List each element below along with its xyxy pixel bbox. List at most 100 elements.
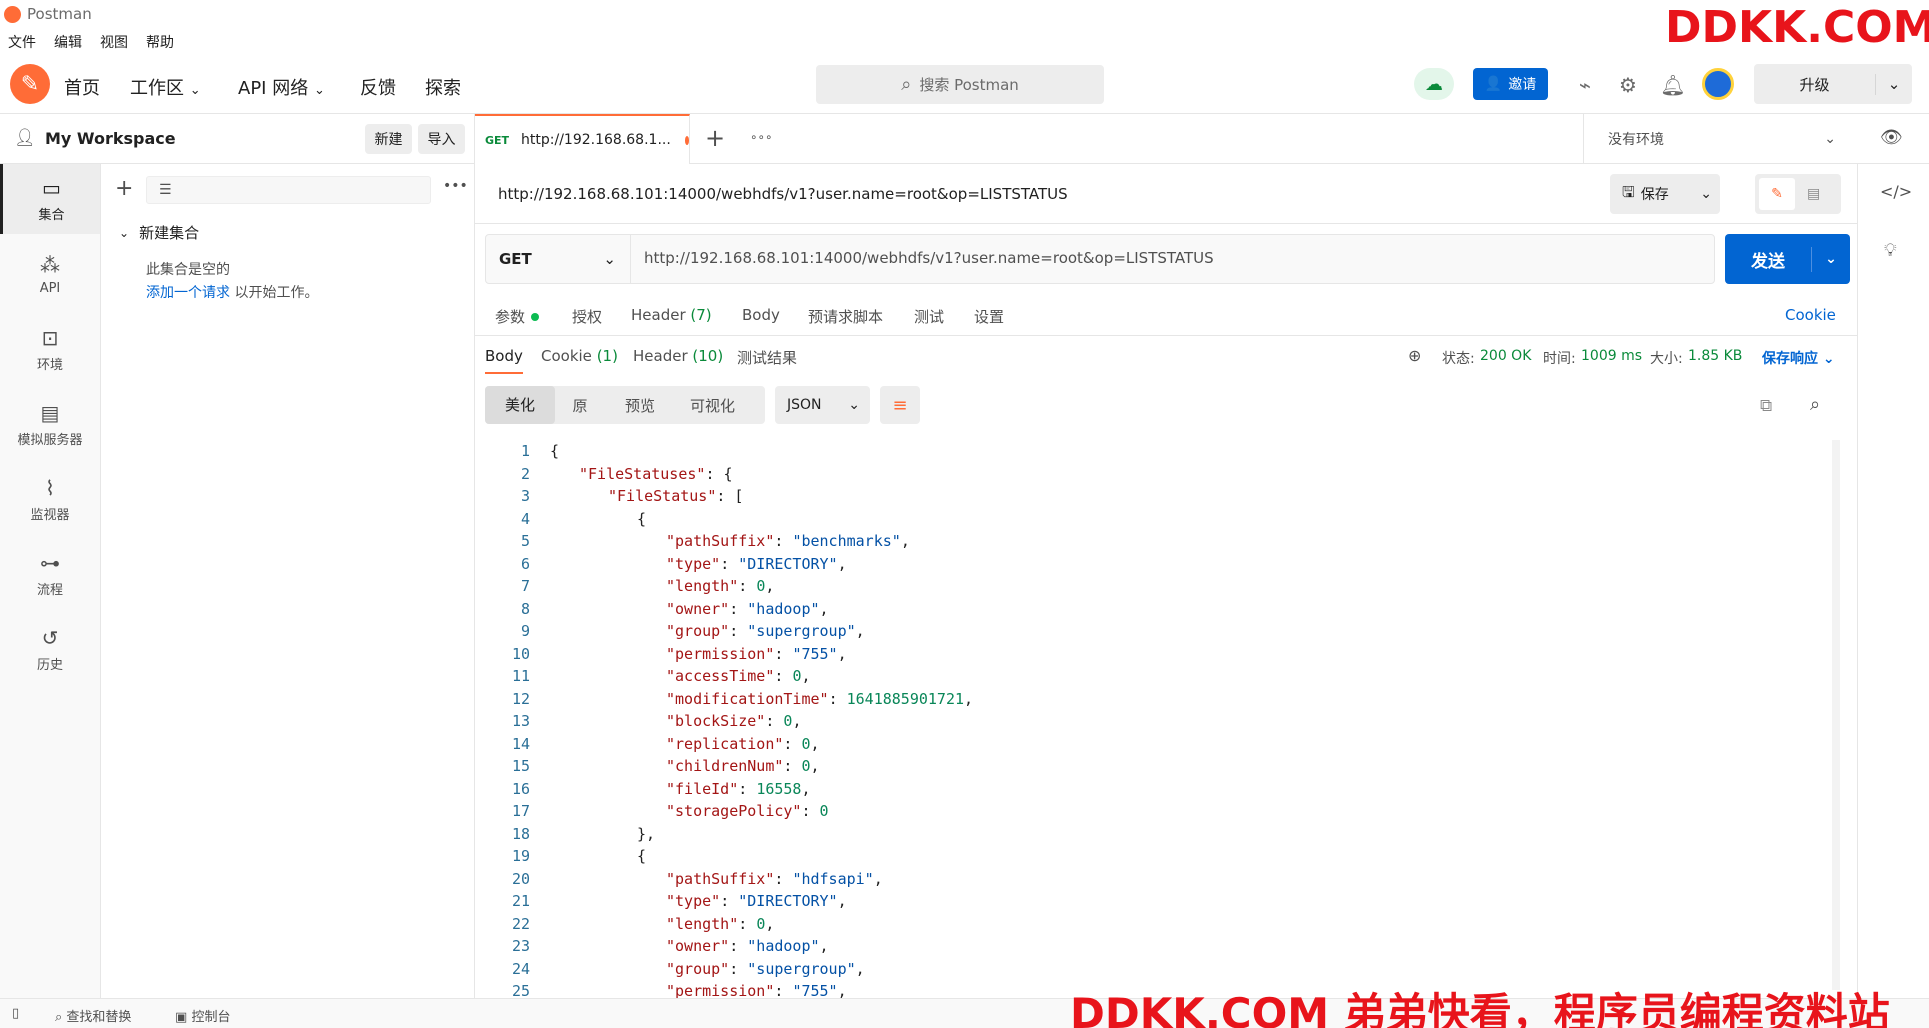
size-value[interactable]: 1.85 KB [1688, 348, 1742, 364]
tab-auth[interactable]: 授权 [572, 306, 602, 327]
format-preview[interactable]: 预览 [605, 395, 675, 416]
save-button[interactable]: 🖫 保存 ⌄ [1610, 174, 1720, 214]
upgrade-button[interactable]: 升级 ⌄ [1754, 64, 1912, 104]
sidebar-item-api[interactable]: ⁂ API [0, 239, 100, 309]
code-token: "length" [666, 577, 739, 595]
resp-tab-headers[interactable]: Header (10) [633, 347, 723, 365]
edit-icon[interactable]: ✎ [1759, 178, 1795, 210]
eye-icon[interactable]: 👁︎ [1880, 127, 1903, 148]
request-name[interactable]: http://192.168.68.101:14000/webhdfs/v1?u… [498, 185, 1068, 203]
mock-server-icon: ▤ [40, 400, 60, 425]
resp-tab-body[interactable]: Body [485, 347, 523, 374]
resp-tab-cookie-count: (1) [596, 347, 618, 365]
format-type-select[interactable]: JSON ⌄ [775, 386, 870, 424]
tab-tests[interactable]: 测试 [914, 306, 944, 327]
avatar[interactable] [1702, 68, 1734, 100]
nav-api-network[interactable]: API 网络 ⌄ [238, 74, 325, 100]
satellite-icon[interactable]: ⌁ [1572, 72, 1598, 98]
sidebar-toggle-icon[interactable]: ▯ [12, 1006, 19, 1021]
console[interactable]: ▣ 控制台 [175, 1006, 230, 1025]
menu-view[interactable]: 视图 [100, 32, 128, 52]
code-token: , [819, 937, 829, 955]
menu-file[interactable]: 文件 [8, 32, 36, 52]
cookie-link[interactable]: Cookie [1785, 306, 1836, 324]
empty-collection-text: 此集合是空的 [146, 262, 230, 278]
line-number: 7 [520, 577, 530, 595]
status-value[interactable]: 200 OK [1480, 348, 1531, 364]
code-token: "group" [666, 959, 730, 978]
invite-button[interactable]: 👤 邀请 [1473, 68, 1548, 100]
find-icon: ⌕ [55, 1010, 63, 1025]
nav-workspace[interactable]: 工作区 ⌄ [130, 74, 201, 100]
add-request-link[interactable]: 添加一个请求 [146, 285, 230, 301]
sidebar-item-history[interactable]: ↺ 历史 [0, 614, 100, 684]
code-icon[interactable]: </> [1880, 182, 1912, 201]
code-token: : { [705, 464, 733, 483]
code-token: , [837, 554, 847, 573]
sidebar-item-mock-servers[interactable]: ▤ 模拟服务器 [0, 389, 100, 459]
copy-icon[interactable]: ⧉ [1760, 396, 1772, 416]
nav-feedback[interactable]: 反馈 [360, 74, 396, 100]
menu-edit[interactable]: 编辑 [54, 32, 82, 52]
time-value[interactable]: 1009 ms [1581, 348, 1642, 364]
resp-tab-test-results[interactable]: 测试结果 [737, 347, 797, 368]
format-visualize[interactable]: 可视化 [675, 395, 750, 416]
new-button[interactable]: 新建 [365, 124, 412, 154]
send-button[interactable]: 发送 ⌄ [1725, 234, 1850, 284]
method-select[interactable]: GET ⌄ [486, 235, 631, 283]
user-icon: 👤︎ [14, 128, 36, 148]
postman-brand-icon[interactable]: ✎ [10, 64, 50, 104]
search-icon: ⌕ [901, 74, 912, 95]
format-raw[interactable]: 原 [555, 395, 605, 416]
tab-prescript[interactable]: 预请求脚本 [808, 306, 883, 327]
import-button[interactable]: 导入 [418, 124, 465, 154]
scrollbar[interactable] [1832, 440, 1840, 990]
tab-body[interactable]: Body [742, 306, 780, 324]
code-token: : [774, 869, 793, 888]
resp-tab-cookie[interactable]: Cookie (1) [541, 347, 618, 365]
search-box[interactable]: ⌕ 搜索 Postman [816, 65, 1104, 104]
sidebar-item-collections[interactable]: ▭ 集合 [0, 164, 100, 234]
lightbulb-icon[interactable]: 💡︎ [1884, 240, 1897, 261]
more-icon[interactable]: ••• [443, 178, 468, 194]
nav-explore[interactable]: 探索 [425, 74, 461, 100]
comment-icon[interactable]: ▤ [1807, 186, 1820, 202]
tab-params-label: 参数 [495, 308, 526, 326]
api-icon: ⁂ [40, 252, 60, 277]
sidebar-item-flows[interactable]: ⊶ 流程 [0, 539, 100, 609]
find-replace[interactable]: ⌕ 查找和替换 [55, 1006, 131, 1025]
format-pretty[interactable]: 美化 [485, 386, 555, 424]
chevron-down-icon[interactable]: ⌄ [1876, 75, 1912, 93]
code-line: 8 "owner": "hadoop", [485, 598, 829, 621]
tab-params[interactable]: 参数 [495, 306, 540, 327]
response-tabs: Body Cookie (1) Header (10) 测试结果 ⊕ 状态: 2… [475, 340, 1857, 380]
save-response-button[interactable]: 保存响应 ⌄ [1762, 348, 1835, 368]
workspace-name[interactable]: My Workspace [45, 129, 176, 148]
sync-cloud-icon[interactable]: ☁ [1414, 68, 1454, 100]
tab-settings[interactable]: 设置 [974, 306, 1004, 327]
response-body[interactable]: 1{2 "FileStatuses": {3 "FileStatus": [4{5 "… [485, 440, 1835, 998]
search-response-icon[interactable]: ⌕ [1810, 394, 1820, 415]
code-token: , [964, 689, 974, 708]
code-line: 23 "owner": "hadoop", [485, 935, 829, 958]
tab-headers[interactable]: Header (7) [631, 306, 712, 324]
sidebar-item-monitors[interactable]: ⌇ 监视器 [0, 464, 100, 534]
request-tab[interactable]: GET http://192.168.68.1... [475, 114, 690, 164]
add-icon[interactable]: + [115, 176, 133, 201]
title-bar: Postman [0, 0, 1929, 28]
collection-item[interactable]: ⌄ 新建集合 [119, 222, 199, 243]
environment-selector[interactable]: 没有环境 ⌄ [1583, 114, 1858, 164]
sidebar-item-environments[interactable]: ⊡ 环境 [0, 314, 100, 384]
bell-icon[interactable]: 🔔︎ [1660, 72, 1686, 98]
wrap-lines-icon[interactable]: ≡ [880, 386, 920, 424]
nav-home[interactable]: 首页 [64, 74, 100, 100]
tab-options-icon[interactable]: ∘∘∘ [750, 130, 773, 144]
menu-help[interactable]: 帮助 [146, 32, 174, 52]
url-input[interactable]: http://192.168.68.101:14000/webhdfs/v1?u… [644, 249, 1214, 267]
code-token: , [900, 532, 910, 550]
filter-input[interactable]: ☰ [146, 176, 431, 204]
chevron-down-icon[interactable]: ⌄ [1812, 251, 1850, 267]
gear-icon[interactable]: ⚙ [1615, 72, 1641, 98]
code-token: : [783, 734, 802, 753]
new-tab-icon[interactable]: + [705, 124, 725, 152]
